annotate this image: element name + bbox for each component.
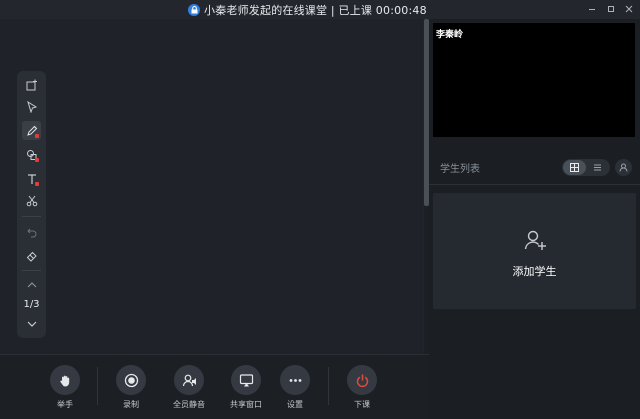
raise-hand-button[interactable]: 举手 <box>43 365 87 410</box>
hand-icon <box>50 365 80 395</box>
record-icon <box>116 365 146 395</box>
toolbar-divider <box>22 270 41 271</box>
end-class-button[interactable]: 下课 <box>340 365 384 410</box>
pen-color-dot <box>35 134 39 138</box>
shape-color-dot <box>35 158 39 162</box>
end-class-label: 下课 <box>354 400 370 409</box>
teacher-video: 李秦岭 <box>433 23 635 137</box>
chevron-down-icon[interactable] <box>22 314 41 333</box>
power-icon <box>347 365 377 395</box>
shape-icon[interactable] <box>22 145 41 164</box>
text-color-dot <box>35 182 39 186</box>
chevron-up-icon[interactable] <box>22 275 41 294</box>
bar-divider <box>97 367 98 405</box>
window-title: 小秦老师发起的在线课堂 | 已上课 00:00:48 <box>204 3 427 17</box>
add-student-card[interactable]: 添加学生 <box>433 193 636 309</box>
minimize-icon[interactable] <box>585 2 599 16</box>
toolbar-divider <box>22 216 41 217</box>
record-label: 录制 <box>123 400 139 409</box>
share-window-button[interactable]: 共享窗口 <box>224 365 268 410</box>
lock-icon <box>188 3 200 16</box>
student-list-title: 学生列表 <box>440 164 480 175</box>
screen-share-icon <box>231 365 261 395</box>
page-indicator: 1/3 <box>23 299 40 310</box>
bar-divider <box>328 367 329 405</box>
scissors-icon[interactable] <box>22 191 41 210</box>
more-dots-icon <box>280 365 310 395</box>
whiteboard-toolbar: 1/3 <box>17 71 46 338</box>
settings-button[interactable]: 设置 <box>273 365 317 410</box>
eraser-icon[interactable] <box>22 246 41 265</box>
panel-divider <box>429 184 640 185</box>
view-toggle <box>562 159 610 176</box>
bottom-control-bar: 举手 录制 全员静音 共享窗口 设置 下课 <box>0 354 429 419</box>
share-window-label: 共享窗口 <box>230 400 262 409</box>
mute-all-button[interactable]: 全员静音 <box>167 365 211 410</box>
mute-all-label: 全员静音 <box>173 400 205 409</box>
close-icon[interactable] <box>622 2 636 16</box>
title-bar: 小秦老师发起的在线课堂 | 已上课 00:00:48 <box>0 0 640 19</box>
grid-view-icon[interactable] <box>563 160 586 175</box>
record-button[interactable]: 录制 <box>109 365 153 410</box>
settings-label: 设置 <box>287 400 303 409</box>
mute-all-icon <box>174 365 204 395</box>
video-name-label: 李秦岭 <box>436 30 464 40</box>
add-page-icon[interactable] <box>22 75 41 94</box>
add-user-icon <box>524 230 546 250</box>
user-settings-icon[interactable] <box>615 159 632 176</box>
undo-icon[interactable] <box>22 222 41 241</box>
text-icon[interactable] <box>22 169 41 188</box>
list-view-icon[interactable] <box>586 160 609 175</box>
whiteboard-canvas[interactable] <box>0 19 423 354</box>
maximize-icon[interactable] <box>604 2 618 16</box>
select-arrow-icon[interactable] <box>22 97 41 116</box>
raise-hand-label: 举手 <box>57 400 73 409</box>
title-wrap: 小秦老师发起的在线课堂 | 已上课 00:00:48 <box>188 0 427 19</box>
pen-icon[interactable] <box>22 121 41 140</box>
add-student-label: 添加学生 <box>512 265 557 278</box>
